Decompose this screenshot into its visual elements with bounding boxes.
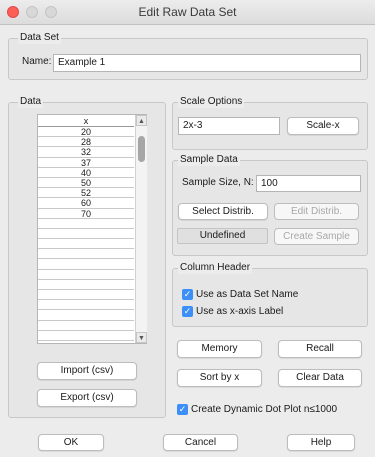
data-table[interactable]: x 20 28 32 37 40 50 52 60 70 ▲ ▼ [37, 114, 147, 344]
table-row[interactable] [38, 270, 134, 280]
table-row[interactable]: 37 [38, 158, 134, 168]
scale-x-button[interactable]: Scale-x [287, 117, 359, 135]
maximize-window-button[interactable] [45, 6, 57, 18]
table-row[interactable] [38, 321, 134, 331]
table-row[interactable] [38, 331, 134, 341]
title-bar: Edit Raw Data Set [0, 0, 375, 25]
use-as-x-axis-label-checkbox[interactable]: ✓ [182, 306, 193, 317]
memory-button[interactable]: Memory [177, 340, 262, 358]
table-row[interactable]: 70 [38, 209, 134, 219]
data-column: x 20 28 32 37 40 50 52 60 70 [38, 115, 134, 343]
cancel-button[interactable]: Cancel [163, 434, 238, 451]
close-window-button[interactable] [7, 6, 19, 18]
use-as-data-set-name-checkbox[interactable]: ✓ [182, 289, 193, 300]
column-header-group-label: Column Header [178, 262, 253, 274]
export-csv-button[interactable]: Export (csv) [37, 389, 137, 407]
minimize-window-button[interactable] [26, 6, 38, 18]
table-row[interactable] [38, 239, 134, 250]
table-row[interactable]: 32 [38, 147, 134, 158]
table-row[interactable] [38, 229, 134, 240]
table-row[interactable] [38, 259, 134, 270]
sort-by-x-button[interactable]: Sort by x [177, 369, 262, 387]
table-row[interactable]: 60 [38, 198, 134, 209]
help-button[interactable]: Help [287, 434, 355, 451]
dynamic-dot-plot-label: Create Dynamic Dot Plot n≤1000 [191, 404, 338, 415]
window-title: Edit Raw Data Set [138, 5, 237, 19]
scroll-down-arrow-icon[interactable]: ▼ [136, 332, 147, 343]
distribution-status: Undefined [177, 228, 268, 244]
column-header-x: x [38, 115, 134, 127]
table-row[interactable] [38, 310, 134, 321]
create-sample-button[interactable]: Create Sample [274, 228, 359, 245]
table-row[interactable]: 40 [38, 168, 134, 178]
use-as-data-set-name-label: Use as Data Set Name [196, 289, 299, 300]
scale-expression-input[interactable]: 2x-3 [178, 117, 280, 135]
scroll-up-arrow-icon[interactable]: ▲ [136, 115, 147, 126]
name-input[interactable]: Example 1 [53, 54, 361, 72]
table-row[interactable] [38, 219, 134, 229]
dynamic-dot-plot-checkbox[interactable]: ✓ [177, 404, 188, 415]
name-label: Name: [22, 56, 52, 67]
sample-size-label: Sample Size, N: [182, 177, 254, 188]
table-row[interactable]: 20 [38, 127, 134, 138]
data-scrollbar[interactable]: ▲ ▼ [135, 115, 147, 343]
table-row[interactable]: 28 [38, 137, 134, 148]
table-row[interactable]: 52 [38, 188, 134, 199]
select-distrib-button[interactable]: Select Distrib. [178, 203, 268, 220]
import-csv-button[interactable]: Import (csv) [37, 362, 137, 380]
edit-distrib-button[interactable]: Edit Distrib. [274, 203, 359, 220]
table-row[interactable] [38, 290, 134, 301]
data-group-label: Data [18, 96, 44, 108]
sample-data-group-label: Sample Data [178, 154, 240, 166]
scale-options-group-label: Scale Options [178, 96, 245, 108]
clear-data-button[interactable]: Clear Data [278, 369, 362, 387]
ok-button[interactable]: OK [38, 434, 104, 451]
table-row[interactable] [38, 280, 134, 290]
table-row[interactable] [38, 249, 134, 260]
recall-button[interactable]: Recall [278, 340, 362, 358]
table-row[interactable]: 50 [38, 178, 134, 189]
scrollbar-thumb[interactable] [138, 136, 145, 162]
table-row[interactable] [38, 300, 134, 311]
sample-size-input[interactable]: 100 [256, 175, 361, 192]
use-as-x-axis-label-label: Use as x-axis Label [196, 306, 284, 317]
data-set-group-label: Data Set [18, 32, 61, 44]
